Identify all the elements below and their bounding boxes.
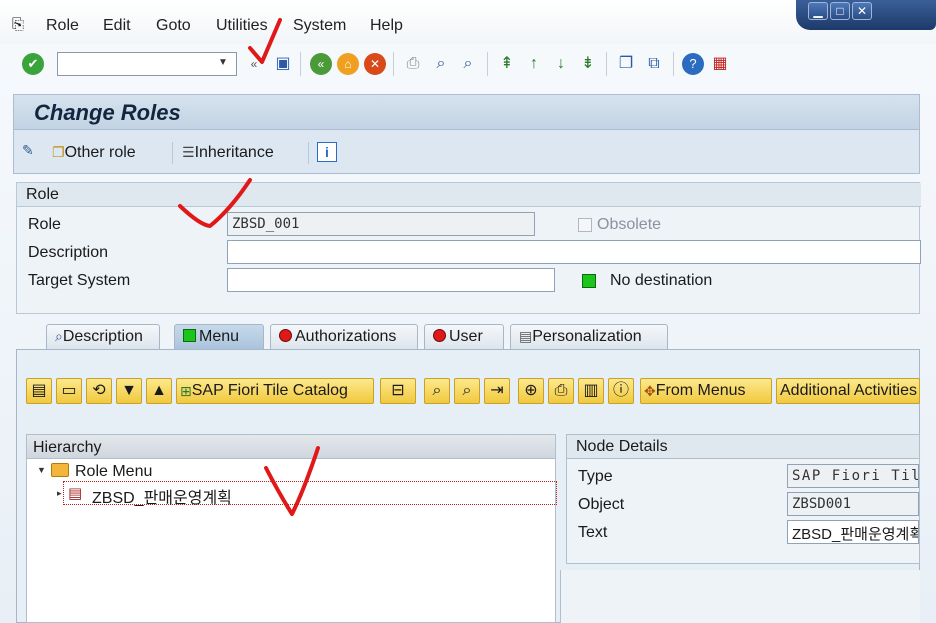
annotation-checkmark [264,446,320,516]
annotation-checkmarks [178,18,320,516]
annotation-checkmark [248,18,282,64]
annotation-checkmark [178,178,252,228]
